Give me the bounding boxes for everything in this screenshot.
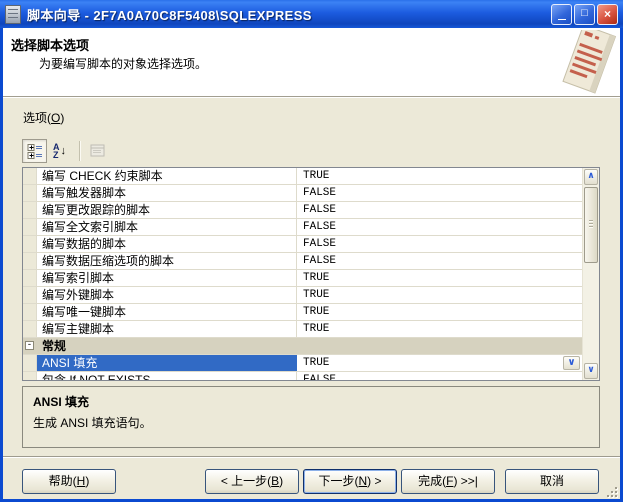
- grid-row[interactable]: ANSI 填充 TRUE∨: [23, 355, 582, 372]
- button-divider: [3, 456, 620, 458]
- maximize-button[interactable]: □: [574, 4, 595, 25]
- close-button[interactable]: ×: [597, 4, 618, 25]
- row-indent: [23, 202, 37, 218]
- resize-grip[interactable]: [604, 484, 618, 498]
- toolbar-separator: [79, 141, 80, 161]
- option-label[interactable]: 编写唯一键脚本: [37, 304, 297, 320]
- page-title: 选择脚本选项: [11, 35, 89, 54]
- option-label[interactable]: ANSI 填充: [37, 355, 297, 371]
- categorized-view-button[interactable]: [22, 139, 47, 163]
- row-indent: [23, 168, 37, 184]
- row-indent: [23, 270, 37, 286]
- row-indent: [23, 321, 37, 337]
- row-indent: [23, 219, 37, 235]
- maximize-icon: □: [581, 7, 588, 19]
- option-value[interactable]: TRUE∨: [297, 355, 582, 371]
- option-value[interactable]: FALSE: [297, 236, 582, 252]
- finish-button[interactable]: 完成(F) >>|: [401, 469, 495, 494]
- description-panel: ANSI 填充 生成 ANSI 填充语句。: [22, 386, 600, 448]
- grid-row[interactable]: 编写全文索引脚本 FALSE: [23, 219, 582, 236]
- scrollbar-thumb[interactable]: [584, 187, 598, 263]
- row-indent: [23, 355, 37, 371]
- option-label[interactable]: 编写全文索引脚本: [37, 219, 297, 235]
- dialog-body: 选择脚本选项 为要编写脚本的对象选择选项。 选项(O): [3, 28, 620, 499]
- grid-row[interactable]: 编写数据压缩选项的脚本 FALSE: [23, 253, 582, 270]
- option-label[interactable]: 编写数据压缩选项的脚本: [37, 253, 297, 269]
- scroll-down-button[interactable]: ∨: [584, 363, 598, 379]
- page-subtitle: 为要编写脚本的对象选择选项。: [39, 55, 207, 72]
- option-value[interactable]: FALSE: [297, 372, 582, 380]
- back-button[interactable]: < 上一步(B): [205, 469, 299, 494]
- wizard-window: 脚本向导 - 2F7A0A70C8F5408\SQLEXPRESS — □ × …: [0, 0, 623, 502]
- option-label[interactable]: 包含 If NOT EXISTS: [37, 372, 297, 380]
- option-label[interactable]: 常规: [37, 338, 297, 354]
- minimize-button[interactable]: —: [551, 4, 572, 25]
- scroll-up-icon: ∧: [587, 171, 594, 181]
- wizard-header: 选择脚本选项 为要编写脚本的对象选择选项。: [3, 28, 620, 96]
- collapse-icon[interactable]: -: [25, 341, 34, 350]
- row-indent: [23, 304, 37, 320]
- property-pages-button: [85, 139, 110, 163]
- grid-row[interactable]: 编写外键脚本 TRUE: [23, 287, 582, 304]
- option-label[interactable]: 编写外键脚本: [37, 287, 297, 303]
- grid-row[interactable]: 编写唯一键脚本 TRUE: [23, 304, 582, 321]
- titlebar[interactable]: 脚本向导 - 2F7A0A70C8F5408\SQLEXPRESS — □ ×: [0, 0, 623, 28]
- minimize-icon: —: [558, 14, 566, 25]
- grid-row[interactable]: 编写数据的脚本 FALSE: [23, 236, 582, 253]
- value-dropdown-button[interactable]: ∨: [563, 356, 580, 370]
- option-label[interactable]: 编写 CHECK 约束脚本: [37, 168, 297, 184]
- option-value[interactable]: TRUE: [297, 168, 582, 184]
- description-text: 生成 ANSI 填充语句。: [33, 414, 589, 431]
- row-indent: [23, 236, 37, 252]
- row-indent: [23, 372, 37, 380]
- option-value[interactable]: FALSE: [297, 185, 582, 201]
- window-title: 脚本向导 - 2F7A0A70C8F5408\SQLEXPRESS: [27, 5, 551, 24]
- row-indent: [23, 253, 37, 269]
- row-indent: -: [23, 338, 37, 354]
- description-title: ANSI 填充: [33, 393, 589, 410]
- grid-row[interactable]: 编写更改跟踪的脚本 FALSE: [23, 202, 582, 219]
- wizard-scroll-art: [555, 30, 617, 94]
- row-indent: [23, 287, 37, 303]
- propertygrid-toolbar: AZ ↓: [22, 138, 110, 164]
- grid-row[interactable]: 编写索引脚本 TRUE: [23, 270, 582, 287]
- script-options-grid: 编写 CHECK 约束脚本 TRUE 编写触发器脚本 FALSE 编写更改跟踪的…: [22, 167, 600, 381]
- grid-row[interactable]: 编写触发器脚本 FALSE: [23, 185, 582, 202]
- help-button[interactable]: 帮助(H): [22, 469, 116, 494]
- option-value[interactable]: FALSE: [297, 219, 582, 235]
- scroll-down-icon: ∨: [587, 365, 594, 375]
- next-button[interactable]: 下一步(N) >: [303, 469, 397, 494]
- az-sort-icon: AZ ↓: [53, 143, 66, 159]
- option-label[interactable]: 编写更改跟踪的脚本: [37, 202, 297, 218]
- header-divider: [3, 96, 620, 98]
- option-value[interactable]: FALSE: [297, 202, 582, 218]
- close-icon: ×: [604, 7, 611, 21]
- grid-scrollbar[interactable]: ∧ ∨: [582, 168, 599, 380]
- option-label[interactable]: 编写触发器脚本: [37, 185, 297, 201]
- option-value[interactable]: TRUE: [297, 304, 582, 320]
- options-label: 选项(O): [23, 109, 64, 126]
- option-label[interactable]: 编写索引脚本: [37, 270, 297, 286]
- categorized-icon: [27, 143, 43, 159]
- window-icon: [5, 5, 21, 24]
- grid-row[interactable]: 包含 If NOT EXISTS FALSE: [23, 372, 582, 380]
- scrollbar-grip-icon: [589, 220, 593, 229]
- option-value[interactable]: TRUE: [297, 287, 582, 303]
- row-indent: [23, 185, 37, 201]
- grid-row[interactable]: 编写主键脚本 TRUE: [23, 321, 582, 338]
- grid-row[interactable]: - 常规: [23, 338, 582, 355]
- option-value[interactable]: TRUE: [297, 270, 582, 286]
- cancel-button[interactable]: 取消: [505, 469, 599, 494]
- option-value[interactable]: FALSE: [297, 253, 582, 269]
- grid-row[interactable]: 编写 CHECK 约束脚本 TRUE: [23, 168, 582, 185]
- option-label[interactable]: 编写主键脚本: [37, 321, 297, 337]
- option-label[interactable]: 编写数据的脚本: [37, 236, 297, 252]
- alphabetical-sort-button[interactable]: AZ ↓: [47, 139, 72, 163]
- option-value[interactable]: TRUE: [297, 321, 582, 337]
- scroll-up-button[interactable]: ∧: [584, 169, 598, 185]
- grid-rows: 编写 CHECK 约束脚本 TRUE 编写触发器脚本 FALSE 编写更改跟踪的…: [23, 168, 582, 380]
- option-value[interactable]: [297, 338, 582, 354]
- property-pages-icon: [90, 144, 106, 158]
